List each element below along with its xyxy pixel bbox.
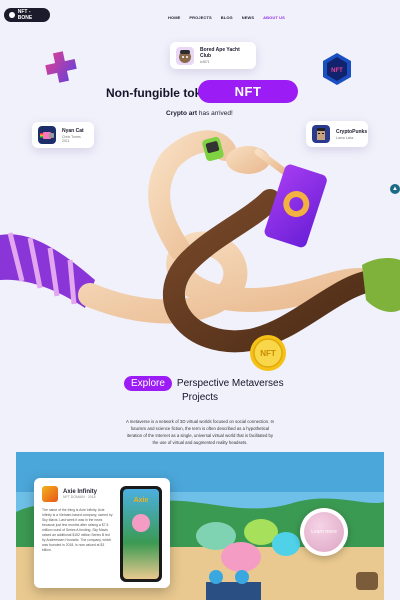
plus-3d-icon: [45, 51, 77, 83]
subtitle-bold: Crypto art: [166, 110, 198, 117]
card-subtitle: #4871: [200, 60, 210, 64]
phone-icon: [264, 164, 327, 248]
nav-home[interactable]: HOME: [168, 15, 180, 20]
main-nav: HOME PROJECTS BLOG NEWS ABOUT US: [168, 15, 285, 20]
learn-more-label: Learn more: [304, 512, 344, 552]
project-description: The name of the thing is Axie Infinity. …: [42, 508, 113, 552]
arms-illustration: [0, 130, 400, 353]
project-meta: NFT DOMAIN · 2018: [63, 495, 96, 499]
learn-more-button[interactable]: Learn more: [300, 508, 348, 556]
nav-blog[interactable]: BLOG: [221, 15, 233, 20]
nav-projects[interactable]: PROJECTS: [189, 15, 211, 20]
logo-text: NFT - BONE: [17, 9, 33, 21]
section-paragraph: A metaverse is a network of 3D virtual w…: [125, 419, 275, 445]
logo-icon: [9, 12, 15, 18]
nft-coin-icon: NFT: [250, 335, 286, 371]
badge-text: NFT: [331, 68, 343, 74]
axie-logo-icon: [42, 486, 58, 502]
nav-news[interactable]: NEWS: [242, 15, 254, 20]
axie-creature: [132, 514, 150, 532]
coin-text: NFT: [260, 349, 276, 358]
nft-hexagon-icon: NFT: [323, 53, 351, 85]
explore-pill: Explore: [124, 376, 172, 391]
heading-line-2: Projects: [181, 392, 219, 403]
nft-pill: NFT: [198, 80, 298, 103]
phone-mockup: Axie: [120, 486, 162, 582]
avatar: [176, 46, 194, 65]
card-title: Bored Ape Yacht Club: [200, 47, 240, 59]
phone-title: Axie: [133, 497, 149, 504]
logo[interactable]: NFT - BONE: [4, 8, 50, 22]
project-card[interactable]: Axie Infinity NFT DOMAIN · 2018 The name…: [34, 478, 170, 588]
section-heading: Explore Perspective Metaverses: [124, 376, 284, 391]
card-bored-ape[interactable]: Bored Ape Yacht Club #4871: [170, 42, 256, 69]
hero-subtitle: Crypto art has arrived!: [166, 110, 233, 117]
heading-rest: Perspective Metaverses: [176, 378, 284, 389]
subtitle-rest: has arrived!: [197, 110, 233, 117]
nav-about-us[interactable]: ABOUT US: [263, 15, 285, 20]
